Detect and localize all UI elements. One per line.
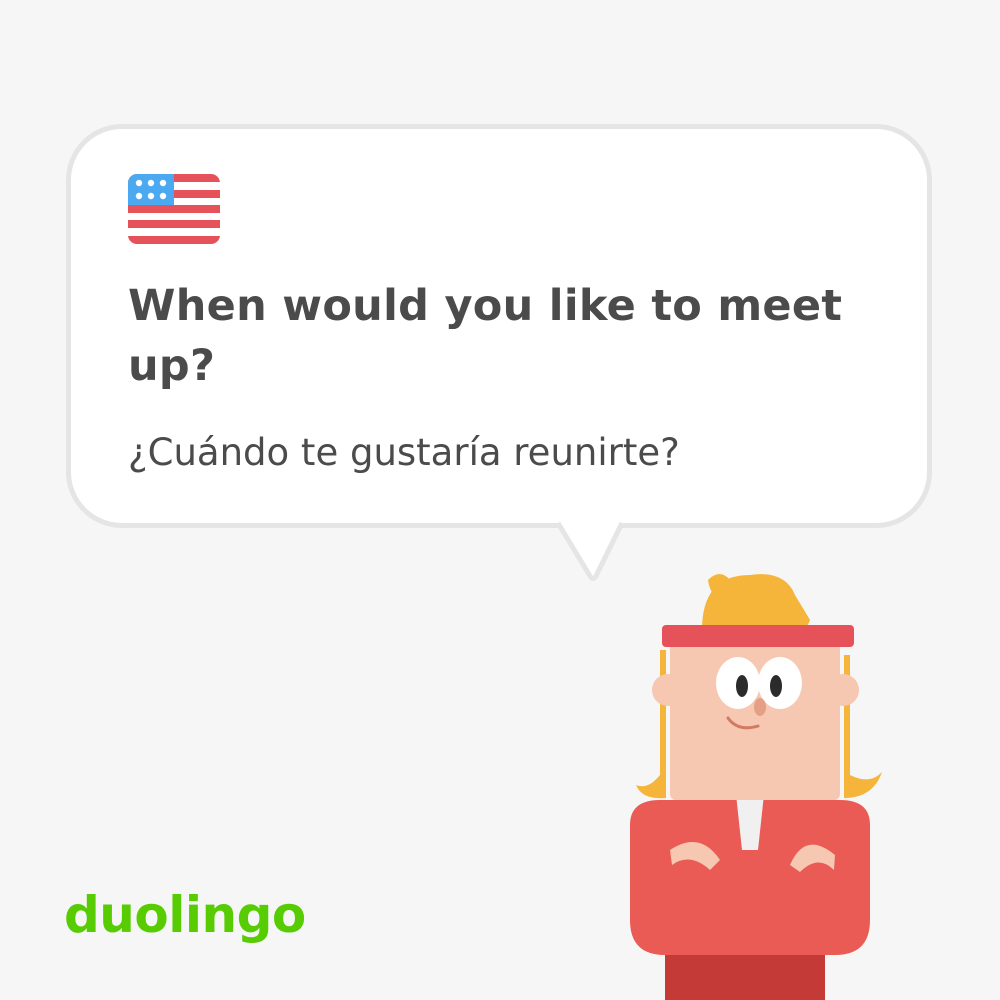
prompt-translation: ¿Cuándo te gustaría reunirte?	[128, 431, 680, 474]
character-illustration	[630, 574, 882, 1000]
prompt-title: When would you like to meet up?	[128, 281, 843, 391]
duolingo-logo: duolingo	[64, 886, 306, 944]
us-flag-icon	[128, 174, 220, 244]
